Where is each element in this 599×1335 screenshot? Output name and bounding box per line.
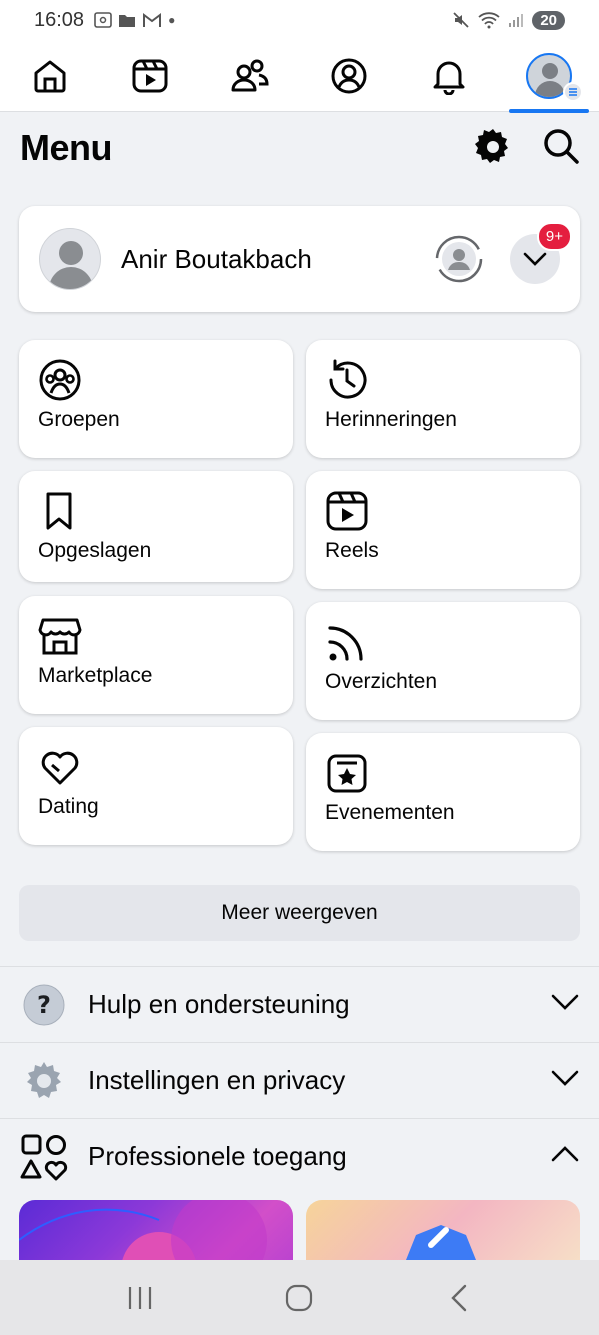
status-bar: 16:08 ● 20 <box>0 0 599 40</box>
tab-home[interactable] <box>10 40 90 112</box>
groups-icon <box>39 359 81 401</box>
section-label: Hulp en ondersteuning <box>88 989 350 1019</box>
avatar <box>39 228 101 290</box>
battery-level: 20 <box>532 10 565 30</box>
shortcut-feeds[interactable]: Overzichten <box>306 602 580 720</box>
reels-icon <box>326 491 368 531</box>
profile-dropdown-button[interactable]: 9+ <box>510 222 572 284</box>
help-icon: ? <box>23 984 65 1025</box>
shortcut-events[interactable]: Evenementen <box>306 733 580 851</box>
shortcut-label: Marketplace <box>38 664 153 687</box>
shortcut-label: Opgeslagen <box>38 539 152 562</box>
dot-icon: ● <box>168 13 176 27</box>
shortcut-label: Overzichten <box>325 670 438 693</box>
status-left-icons: ● <box>94 12 175 28</box>
profile-icon <box>331 58 367 93</box>
chevron-down-icon <box>551 1070 579 1086</box>
menu-lines-icon <box>563 81 584 102</box>
section-help[interactable]: ? Hulp en ondersteuning <box>0 966 599 1042</box>
shortcut-marketplace[interactable]: Marketplace <box>19 596 293 714</box>
search-icon <box>544 128 579 164</box>
mute-icon <box>453 12 469 28</box>
section-label: Professionele toegang <box>88 1141 347 1171</box>
status-right-icons: 20 <box>452 10 565 30</box>
wifi-icon <box>478 12 500 29</box>
home-icon <box>34 60 66 92</box>
menu-header: Menu <box>20 120 580 176</box>
svg-text:?: ? <box>37 991 51 1019</box>
gmail-icon <box>143 12 162 27</box>
tab-profile[interactable] <box>309 40 389 112</box>
tab-menu[interactable] <box>509 40 590 113</box>
settings-button[interactable] <box>474 127 512 170</box>
system-navigation-bar <box>0 1260 599 1335</box>
home-system-button[interactable] <box>269 1273 329 1323</box>
feeds-icon <box>328 626 363 661</box>
tab-friends[interactable] <box>210 40 290 112</box>
notification-badge: 9+ <box>536 222 572 251</box>
chevron-up-icon <box>551 1146 579 1162</box>
shortcut-label: Dating <box>38 795 99 818</box>
section-professional[interactable]: Professionele toegang <box>0 1118 599 1194</box>
shop-icon <box>38 618 82 655</box>
bookmark-icon <box>46 492 72 530</box>
page-title: Menu <box>20 127 113 168</box>
show-more-button[interactable]: Meer weergeven <box>19 885 580 941</box>
recent-apps-icon <box>128 1286 151 1309</box>
profile-name: Anir Boutakbach <box>121 243 312 274</box>
chevron-down-icon <box>523 252 547 266</box>
tab-video[interactable] <box>110 40 190 112</box>
signal-icon <box>509 14 524 27</box>
chevron-down-icon <box>551 994 579 1010</box>
shortcut-label: Evenementen <box>325 801 455 824</box>
folder-icon <box>119 14 136 27</box>
event-star-icon <box>327 754 367 793</box>
back-button[interactable] <box>429 1273 489 1323</box>
back-icon <box>451 1284 467 1311</box>
shortcut-label: Groepen <box>38 408 120 431</box>
gear-icon <box>475 128 508 163</box>
video-icon <box>132 59 168 92</box>
switch-profile-icon <box>435 235 483 283</box>
top-navigation <box>0 40 599 113</box>
bell-icon <box>433 61 465 95</box>
shortcut-label: Herinneringen <box>325 408 457 431</box>
screenshot-icon <box>94 12 112 28</box>
switch-profile-button[interactable] <box>434 234 484 284</box>
shortcut-saved[interactable]: Opgeslagen <box>19 471 293 582</box>
settings-gear-icon <box>27 1061 61 1098</box>
shortcut-memories[interactable]: Herinneringen <box>306 340 580 458</box>
search-button[interactable] <box>542 127 580 170</box>
home-circle-icon <box>286 1284 313 1311</box>
shortcut-label: Reels <box>325 539 379 562</box>
status-time: 16:08 <box>34 8 85 31</box>
history-icon <box>329 359 367 399</box>
section-label: Instellingen en privacy <box>88 1065 346 1095</box>
heart-icon <box>41 751 79 785</box>
friends-icon <box>231 59 269 91</box>
section-settings[interactable]: Instellingen en privacy <box>0 1042 599 1118</box>
shortcut-groups[interactable]: Groepen <box>19 340 293 458</box>
recent-apps-button[interactable] <box>110 1273 170 1323</box>
shortcut-dating[interactable]: Dating <box>19 727 293 845</box>
shortcut-reels[interactable]: Reels <box>306 471 580 589</box>
tab-notifications[interactable] <box>409 40 489 112</box>
professional-shapes-icon <box>20 1134 68 1180</box>
profile-card[interactable]: Anir Boutakbach 9+ <box>19 206 580 312</box>
